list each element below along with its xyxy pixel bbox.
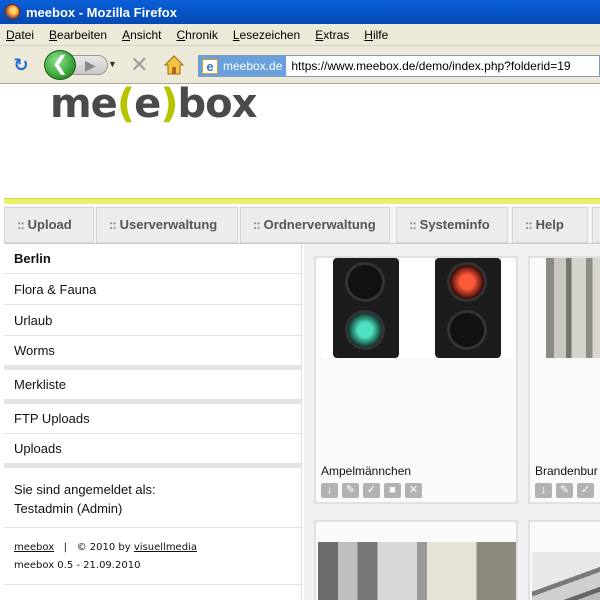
footer-separator: | (63, 542, 68, 553)
edit-icon[interactable]: ✎ (342, 483, 359, 498)
menu-ansicht[interactable]: Ansicht (122, 28, 161, 42)
site-favicon-icon: e (202, 58, 218, 74)
main-navigation: :: Upload :: Userverwaltung :: Ordnerverwal… (4, 206, 600, 244)
lock-icon[interactable]: ■ (384, 483, 401, 498)
reload-icon[interactable]: ↻ (10, 54, 32, 76)
menu-extras[interactable]: Extras (315, 28, 349, 42)
home-icon[interactable] (163, 54, 185, 76)
menu-bar: Datei Bearbeiten Ansicht Chronik Lesezei… (0, 24, 600, 46)
history-dropdown-icon[interactable]: ▼ (108, 59, 117, 69)
card-title: Ampelmännchen (321, 464, 412, 478)
footer-meebox-link[interactable]: meebox (14, 542, 54, 553)
thumbnail-image[interactable] (318, 542, 516, 600)
thumbnail-image[interactable] (321, 258, 513, 358)
green-lamp-image (345, 310, 385, 350)
gallery-card[interactable] (528, 520, 600, 600)
sidebar-item-worms[interactable]: Worms (4, 336, 302, 366)
url-input[interactable]: https://www.meebox.de/demo/index.php?fol… (286, 59, 570, 73)
header-accent-line (4, 198, 600, 204)
sidebar-divider (4, 464, 302, 468)
sidebar-item-merkliste[interactable]: Merkliste (4, 370, 302, 400)
menu-bearbeiten[interactable]: Bearbeiten (49, 28, 107, 42)
card-title: Brandenbur (535, 464, 598, 478)
tab-userverwaltung[interactable]: :: Userverwaltung (96, 207, 238, 243)
sidebar: Berlin Flora & Fauna Urlaub Worms Merkli… (4, 244, 302, 600)
gallery-card[interactable] (314, 520, 518, 600)
sidebar-divider (4, 584, 302, 585)
window-title: meebox - Mozilla Firefox (26, 4, 177, 20)
back-button[interactable]: ❮ (44, 50, 76, 80)
gallery-card-brandenburg[interactable]: Brandenbur ↓ ✎ ✓ (528, 256, 600, 504)
sidebar-item-urlaub[interactable]: Urlaub (4, 306, 302, 336)
menu-hilfe[interactable]: Hilfe (364, 28, 388, 42)
check-icon[interactable]: ✓ (363, 483, 380, 498)
menu-datei[interactable]: Datei (6, 28, 34, 42)
forward-button[interactable]: ▶ (72, 55, 108, 75)
delete-icon[interactable]: ✕ (405, 483, 422, 498)
traffic-light-image (333, 258, 399, 358)
sidebar-item-uploads[interactable]: Uploads (4, 434, 302, 464)
window-titlebar: meebox - Mozilla Firefox (0, 0, 600, 24)
sidebar-item-flora-fauna[interactable]: Flora & Fauna (4, 275, 302, 305)
stop-icon[interactable]: ✕ (130, 54, 148, 76)
download-icon[interactable]: ↓ (535, 483, 552, 498)
card-actions: ↓ ✎ ✓ (535, 483, 598, 498)
site-identity-button[interactable]: e meebox.de (199, 56, 287, 76)
menu-lesezeichen[interactable]: Lesezeichen (233, 28, 300, 42)
red-lamp-image (447, 262, 487, 302)
tab-overflow[interactable] (592, 207, 600, 243)
sidebar-item-berlin[interactable]: Berlin (4, 244, 302, 274)
site-identity-label: meebox.de (223, 59, 283, 73)
edit-icon[interactable]: ✎ (556, 483, 573, 498)
download-icon[interactable]: ↓ (321, 483, 338, 498)
traffic-light-image (435, 258, 501, 358)
menu-chronik[interactable]: Chronik (176, 28, 217, 42)
firefox-icon (4, 4, 20, 20)
red-lamp-image (345, 262, 385, 302)
sidebar-divider (4, 527, 302, 528)
card-actions: ↓ ✎ ✓ ■ ✕ (321, 483, 426, 498)
tab-help[interactable]: :: Help (512, 207, 588, 243)
tab-ordnerverwaltung[interactable]: :: Ordnerverwaltung (240, 207, 390, 243)
tab-systeminfo[interactable]: :: Systeminfo (396, 207, 508, 243)
gallery-area: Ampelmännchen ↓ ✎ ✓ ■ ✕ Brandenbur ↓ ✎ ✓ (304, 244, 600, 600)
tab-upload[interactable]: :: Upload (4, 207, 94, 243)
sidebar-footer: meebox | © 2010 by visuellmedia (14, 542, 197, 553)
logged-in-label: Sie sind angemeldet als: (14, 482, 156, 497)
sidebar-item-ftp-uploads[interactable]: FTP Uploads (4, 404, 302, 434)
version-info: meebox 0.5 - 21.09.2010 (14, 560, 141, 571)
footer-company-link[interactable]: visuellmedia (134, 542, 197, 553)
meebox-logo[interactable]: me(e)box (50, 81, 257, 127)
check-icon[interactable]: ✓ (577, 483, 594, 498)
footer-copyright: © 2010 by (76, 542, 131, 553)
gallery-card-ampelmaennchen[interactable]: Ampelmännchen ↓ ✎ ✓ ■ ✕ (314, 256, 518, 504)
logged-in-user: Testadmin (Admin) (14, 501, 123, 516)
thumbnail-image[interactable] (546, 258, 600, 358)
green-lamp-image (447, 310, 487, 350)
thumbnail-image[interactable] (532, 552, 600, 600)
url-bar[interactable]: e meebox.de https://www.meebox.de/demo/i… (198, 55, 600, 77)
